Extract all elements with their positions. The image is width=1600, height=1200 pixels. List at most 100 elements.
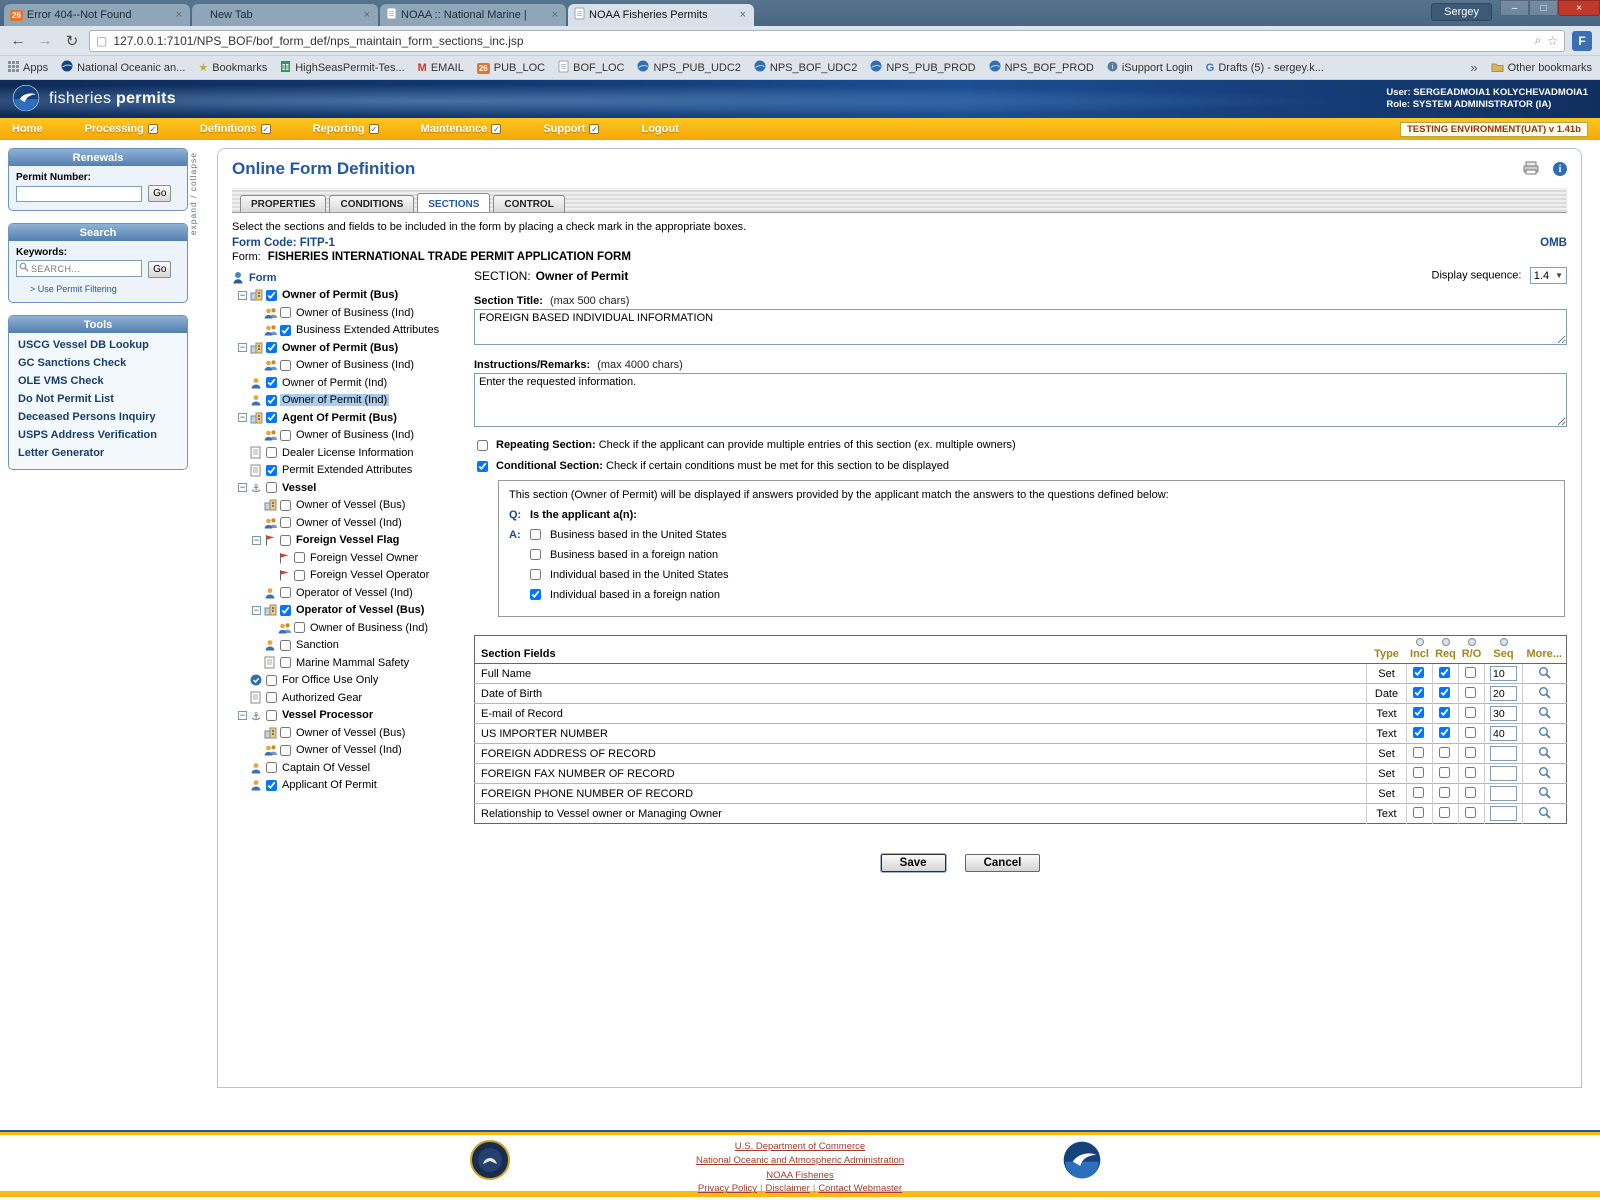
- tree-checkbox[interactable]: [280, 325, 291, 336]
- seq-input[interactable]: [1490, 806, 1517, 821]
- tree-checkbox[interactable]: [280, 587, 291, 598]
- tree-node[interactable]: −⚓Vessel Processor: [232, 707, 466, 725]
- tree-node[interactable]: Owner of Permit (Ind): [232, 392, 466, 410]
- tree-node-label[interactable]: Applicant Of Permit: [280, 779, 379, 791]
- select-all-incl-icon[interactable]: [1416, 638, 1424, 646]
- use-permit-filtering-link[interactable]: > Use Permit Filtering: [16, 284, 180, 294]
- tree-node[interactable]: Operator of Vessel (Ind): [232, 584, 466, 602]
- tree-node[interactable]: Owner of Business (Ind): [232, 304, 466, 322]
- seq-input[interactable]: [1490, 746, 1517, 761]
- tree-checkbox[interactable]: [266, 290, 277, 301]
- tool-link[interactable]: Deceased Persons Inquiry: [9, 408, 187, 426]
- incl-checkbox[interactable]: [1413, 807, 1424, 818]
- tree-checkbox[interactable]: [280, 307, 291, 318]
- conditional-checkbox[interactable]: [477, 461, 488, 472]
- nav-item-support[interactable]: Support✓: [543, 123, 599, 135]
- req-checkbox[interactable]: [1439, 787, 1450, 798]
- tree-checkbox[interactable]: [280, 500, 291, 511]
- tree-node[interactable]: −Operator of Vessel (Bus): [232, 602, 466, 620]
- ro-checkbox[interactable]: [1465, 707, 1476, 718]
- answer-checkbox[interactable]: [530, 589, 541, 600]
- tree-node[interactable]: Business Extended Attributes: [232, 322, 466, 340]
- print-icon[interactable]: [1523, 161, 1539, 178]
- tree-node[interactable]: − Foreign Vessel Flag: [232, 532, 466, 550]
- tree-checkbox[interactable]: [266, 342, 277, 353]
- nav-item-processing[interactable]: Processing✓: [85, 123, 158, 135]
- search-input[interactable]: [16, 260, 142, 277]
- seq-input[interactable]: [1490, 726, 1517, 741]
- magnifier-icon[interactable]: [1538, 810, 1551, 822]
- magnifier-icon[interactable]: [1538, 770, 1551, 782]
- tree-checkbox[interactable]: [280, 640, 291, 651]
- req-checkbox[interactable]: [1439, 767, 1450, 778]
- magnifier-icon[interactable]: [1538, 750, 1551, 762]
- tool-link[interactable]: USPS Address Verification: [9, 426, 187, 444]
- tree-node[interactable]: Foreign Vessel Operator: [232, 567, 466, 585]
- instructions-input[interactable]: Enter the requested information.: [474, 373, 1567, 427]
- footer-legal-link[interactable]: Privacy Policy: [698, 1183, 757, 1194]
- nav-item-logout[interactable]: Logout: [641, 123, 678, 135]
- tree-checkbox[interactable]: [266, 780, 277, 791]
- tree-node-label[interactable]: Foreign Vessel Operator: [308, 569, 431, 581]
- magnifier-icon[interactable]: [1538, 670, 1551, 682]
- search-text-field[interactable]: [29, 263, 129, 275]
- refresh-icon[interactable]: ↻: [62, 32, 82, 50]
- tree-node-label[interactable]: Marine Mammal Safety: [294, 657, 411, 669]
- tree-node-label[interactable]: Owner of Vessel (Bus): [294, 727, 407, 739]
- tree-node-label[interactable]: Owner of Vessel (Ind): [294, 744, 404, 756]
- tree-node-label[interactable]: Authorized Gear: [280, 692, 364, 704]
- zoom-icon[interactable]: ⌕: [1535, 33, 1542, 48]
- tree-collapse-icon[interactable]: −: [238, 343, 247, 352]
- tree-node[interactable]: Owner of Business (Ind): [232, 427, 466, 445]
- footer-agency-link[interactable]: U.S. Department of Commerce: [735, 1141, 865, 1152]
- tree-root[interactable]: Form: [232, 269, 466, 287]
- tool-link[interactable]: Do Not Permit List: [9, 390, 187, 408]
- tree-node[interactable]: Owner of Vessel (Bus): [232, 724, 466, 742]
- tree-node[interactable]: Sanction: [232, 637, 466, 655]
- renewals-go-button[interactable]: Go: [148, 185, 171, 202]
- tree-checkbox[interactable]: [266, 692, 277, 703]
- footer-legal-link[interactable]: Contact Webmaster: [818, 1183, 902, 1194]
- tab-control[interactable]: CONTROL: [493, 195, 564, 212]
- tree-collapse-icon[interactable]: −: [252, 536, 261, 545]
- tree-node[interactable]: Owner of Business (Ind): [232, 357, 466, 375]
- omnibox[interactable]: ▢ 127.0.0.1:7101/NPS_BOF/bof_form_def/np…: [89, 30, 1565, 52]
- tree-node-label[interactable]: Foreign Vessel Flag: [294, 534, 401, 546]
- incl-checkbox[interactable]: [1413, 767, 1424, 778]
- tree-node-label[interactable]: Sanction: [294, 639, 341, 651]
- select-all-seq-icon[interactable]: [1500, 638, 1508, 646]
- tree-checkbox[interactable]: [294, 622, 305, 633]
- bookmark-item[interactable]: BOF_LOC: [558, 60, 624, 76]
- tree-node[interactable]: Dealer License Information: [232, 444, 466, 462]
- seq-input[interactable]: [1490, 706, 1517, 721]
- url-text[interactable]: 127.0.0.1:7101/NPS_BOF/bof_form_def/nps_…: [113, 34, 1528, 48]
- bookmark-star-icon[interactable]: ☆: [1547, 34, 1558, 48]
- tree-node-label[interactable]: Agent Of Permit (Bus): [280, 412, 399, 424]
- expand-collapse-strip[interactable]: expand / collapse: [188, 148, 203, 238]
- tree-node-label[interactable]: Operator of Vessel (Bus): [294, 604, 426, 616]
- select-all-ro-icon[interactable]: [1468, 638, 1476, 646]
- seq-input[interactable]: [1490, 786, 1517, 801]
- bookmark-item[interactable]: ★Bookmarks: [198, 61, 267, 74]
- tree-checkbox[interactable]: [294, 570, 305, 581]
- tool-link[interactable]: USCG Vessel DB Lookup: [9, 336, 187, 354]
- bookmark-item[interactable]: NPS_PUB_PROD: [870, 60, 975, 75]
- tree-node-label[interactable]: Vessel Processor: [280, 709, 375, 721]
- tree-node[interactable]: −⚓Vessel: [232, 479, 466, 497]
- tree-checkbox[interactable]: [280, 657, 291, 668]
- tree-checkbox[interactable]: [266, 675, 277, 686]
- display-seq-select[interactable]: 1.4 ▼: [1530, 267, 1567, 284]
- tree-node[interactable]: −Agent Of Permit (Bus): [232, 409, 466, 427]
- tree-node[interactable]: Owner of Vessel (Bus): [232, 497, 466, 515]
- browser-tab[interactable]: NOAA :: National Marine |×: [380, 4, 566, 26]
- magnifier-icon[interactable]: [1538, 690, 1551, 702]
- bookmark-item[interactable]: NPS_BOF_PROD: [989, 60, 1094, 75]
- bookmark-item[interactable]: MEMAIL: [418, 62, 464, 74]
- tree-checkbox[interactable]: [266, 447, 277, 458]
- omb-link[interactable]: OMB: [1540, 237, 1567, 249]
- tab-close-icon[interactable]: ×: [362, 9, 372, 21]
- repeating-checkbox[interactable]: [477, 440, 488, 451]
- back-icon[interactable]: ←: [8, 32, 28, 50]
- tree-node[interactable]: Owner of Vessel (Ind): [232, 742, 466, 760]
- tree-node[interactable]: Applicant Of Permit: [232, 777, 466, 795]
